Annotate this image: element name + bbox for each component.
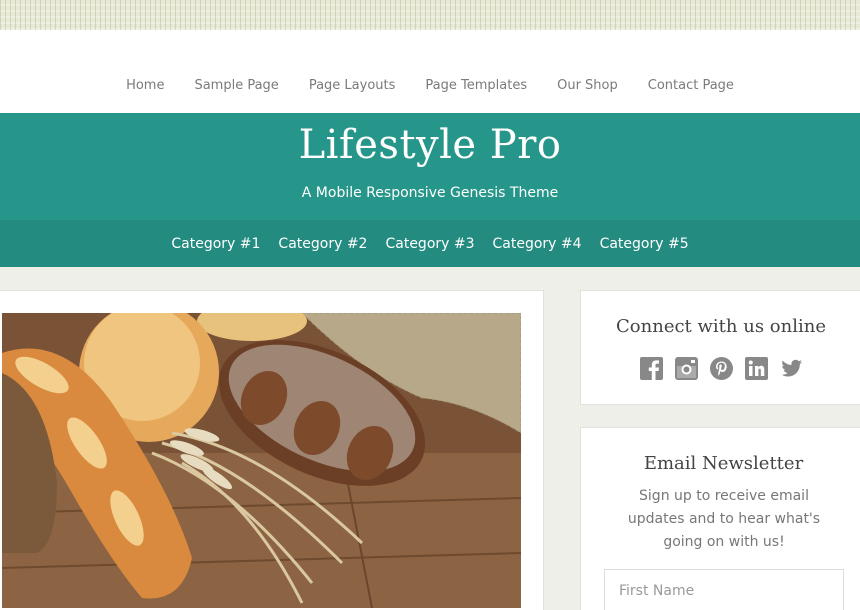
header-texture xyxy=(0,0,860,30)
social-widget: Connect with us online xyxy=(580,290,860,405)
site-header: Lifestyle Pro A Mobile Responsive Genesi… xyxy=(0,113,860,220)
top-nav-our-shop[interactable]: Our Shop xyxy=(542,78,633,93)
category-nav-item-5[interactable]: Category #5 xyxy=(600,236,689,252)
top-nav-contact-page[interactable]: Contact Page xyxy=(633,78,749,93)
featured-bread-image[interactable] xyxy=(2,313,521,608)
site-title[interactable]: Lifestyle Pro xyxy=(0,122,860,168)
twitter-icon[interactable] xyxy=(780,357,803,380)
category-nav-item-2[interactable]: Category #2 xyxy=(278,236,367,252)
top-nav-page-layouts[interactable]: Page Layouts xyxy=(294,78,411,93)
category-nav: Category #1 Category #2 Category #3 Cate… xyxy=(0,220,860,267)
social-widget-title: Connect with us online xyxy=(616,316,826,337)
category-nav-item-1[interactable]: Category #1 xyxy=(171,236,260,252)
top-nav-page-templates[interactable]: Page Templates xyxy=(410,78,542,93)
facebook-icon[interactable] xyxy=(639,357,663,380)
top-nav: Home Sample Page Page Layouts Page Templ… xyxy=(0,78,860,93)
linkedin-icon[interactable] xyxy=(744,357,768,380)
pinterest-icon[interactable] xyxy=(709,357,733,380)
social-icons xyxy=(581,357,860,380)
category-nav-item-4[interactable]: Category #4 xyxy=(493,236,582,252)
newsletter-description: Sign up to receive email updates and to … xyxy=(627,488,821,550)
first-name-input[interactable] xyxy=(604,569,844,610)
newsletter-widget-title: Email Newsletter xyxy=(643,453,804,474)
site-description: A Mobile Responsive Genesis Theme xyxy=(301,185,559,201)
top-nav-sample-page[interactable]: Sample Page xyxy=(179,78,293,93)
instagram-icon[interactable] xyxy=(674,357,698,380)
top-nav-home[interactable]: Home xyxy=(111,78,179,93)
top-nav-band xyxy=(0,30,860,113)
newsletter-widget: Email Newsletter Sign up to receive emai… xyxy=(580,427,860,610)
category-nav-item-3[interactable]: Category #3 xyxy=(385,236,474,252)
